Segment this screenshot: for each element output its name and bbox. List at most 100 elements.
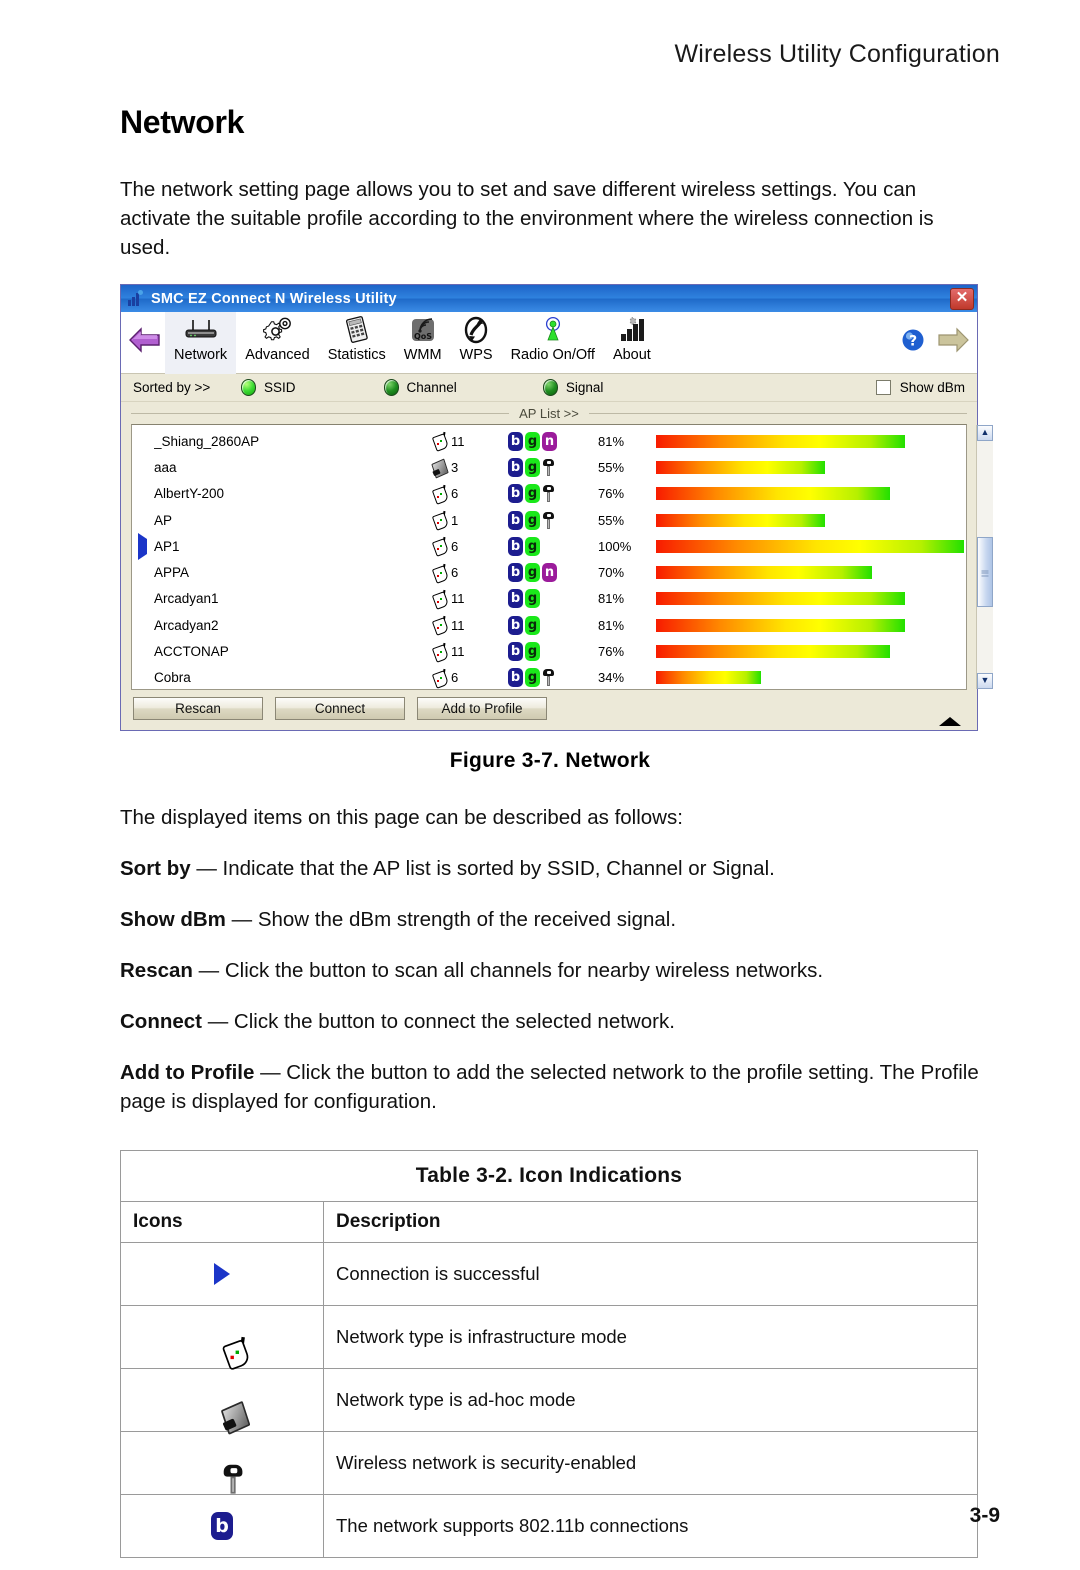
rescan-button[interactable]: Rescan <box>133 697 263 720</box>
key-icon <box>542 484 555 503</box>
intro-paragraph: The network setting page allows you to s… <box>120 178 934 259</box>
ap-list-row[interactable]: AP 1 b g 55% <box>132 507 976 533</box>
cap-g-icon: g <box>525 536 540 556</box>
tab-wps-label: WPS <box>459 346 493 363</box>
definition-connect: Connect — Click the button to connect th… <box>120 1007 980 1036</box>
key-icon <box>542 511 555 530</box>
tab-about-label: About <box>612 346 651 363</box>
ap-list-row[interactable]: _Shiang_2860AP 11 b g n 81% <box>132 428 976 454</box>
scrollbar-thumb[interactable] <box>977 537 993 607</box>
ap-row-signal-percent: 76% <box>598 644 625 660</box>
definition-show-dbm-text: Show the dBm strength of the received si… <box>257 908 677 931</box>
items-intro-paragraph: The displayed items on this page can be … <box>120 806 683 829</box>
infrastructure-icon <box>431 616 450 636</box>
sort-option-ssid-label: SSID <box>264 380 296 395</box>
ap-row-capabilities: bg <box>508 484 598 504</box>
ap-row-channel: 6 <box>431 484 508 505</box>
ap-row-channel: 11 <box>431 589 508 610</box>
tab-network[interactable]: Network <box>165 311 237 374</box>
ap-row-signal-percent: 34% <box>598 670 625 686</box>
cap-b-icon: b <box>508 431 523 451</box>
sort-option-ssid[interactable]: SSID <box>241 379 296 396</box>
collapse-triangle-icon[interactable] <box>939 717 961 726</box>
radio-led-channel-icon <box>383 379 399 396</box>
ap-list-row[interactable]: aaa 3 b g 55% <box>132 454 976 480</box>
right-arrow-icon[interactable] <box>933 327 973 358</box>
ap-row-ssid: Arcadyan1 <box>154 591 219 607</box>
ap-row-signal-bar <box>656 460 825 474</box>
table-row: Network type is ad-hoc mode <box>120 1368 978 1435</box>
description-cell: Network type is ad-hoc mode <box>323 1368 978 1432</box>
svg-text:QoS: QoS <box>414 332 432 341</box>
qos-icon: QoS <box>408 314 438 344</box>
ap-row-signal-percent: 55% <box>598 512 625 528</box>
close-icon[interactable]: ✕ <box>950 287 974 310</box>
ap-row-signal-bar-cell <box>656 460 976 474</box>
ap-row-signal-bar <box>656 434 905 448</box>
ap-row-channel: 6 <box>431 537 508 558</box>
scroll-down-icon[interactable]: ▼ <box>977 673 993 689</box>
checkbox-icon <box>875 380 891 395</box>
ap-row-signal-bar-cell <box>656 671 976 685</box>
definition-rescan-text: Click the button to scan all channels fo… <box>224 959 824 982</box>
table-title: Table 3-2. Icon Indications <box>120 1150 978 1202</box>
key-icon <box>542 458 555 477</box>
ap-row-signal-bar-cell <box>656 434 976 448</box>
adhoc-icon <box>431 458 449 479</box>
add-to-profile-button[interactable]: Add to Profile <box>417 697 547 720</box>
cap-g-icon: g <box>525 484 540 504</box>
ap-row-signal-percent: 81% <box>598 591 625 607</box>
tab-wps[interactable]: WPS <box>451 312 502 374</box>
ap-row-capabilities: bg <box>508 642 598 662</box>
sort-option-channel[interactable]: Channel <box>383 379 457 396</box>
scrollbar-track[interactable] <box>977 441 993 673</box>
cap-n-icon: n <box>542 431 557 451</box>
cap-b-icon: b <box>508 668 523 688</box>
ap-row-capabilities: bgn <box>508 431 598 451</box>
ap-row-channel: 11 <box>431 432 508 452</box>
icon-indications-table: Table 3-2. Icon Indications Icons Descri… <box>120 1150 978 1558</box>
ap-list-scrollbar[interactable]: ▲ ▼ <box>976 425 993 689</box>
ap-list-box: _Shiang_2860AP 11 b g n 81% aaa 3 b g 55% AlbertY-2… <box>131 424 993 690</box>
ap-row-signal-percent: 55% <box>598 459 625 475</box>
ap-row-capabilities: bg <box>508 510 598 530</box>
ap-list-row[interactable]: APPA 6 b g n 70% <box>132 559 976 585</box>
sort-option-signal[interactable]: Signal <box>542 379 603 396</box>
page-header: Wireless Utility Configuration <box>674 40 1000 68</box>
ap-list-row[interactable]: ACCTONAP 11 b g 76% <box>132 638 976 664</box>
ap-list-row[interactable]: AlbertY-200 6 b g 76% <box>132 481 976 507</box>
ap-list-rows: _Shiang_2860AP 11 b g n 81% aaa 3 b g 55% AlbertY-2… <box>132 425 976 689</box>
sort-option-channel-label: Channel <box>406 380 457 395</box>
ap-list-row[interactable]: Cobra 6 b g 34% <box>132 665 976 691</box>
left-arrow-icon[interactable] <box>125 327 165 358</box>
ap-list-row[interactable]: Arcadyan2 11 b g 81% <box>132 612 976 638</box>
connect-button[interactable]: Connect <box>275 697 405 720</box>
tab-about[interactable]: About <box>604 312 660 374</box>
definition-show-dbm-term: Show dBm <box>120 908 226 931</box>
column-header-icons: Icons <box>120 1201 324 1243</box>
definition-connect-dash: — <box>202 1010 234 1033</box>
tab-advanced-label: Advanced <box>245 346 310 363</box>
infrastructure-icon <box>431 484 450 505</box>
ap-row-channel-number: 11 <box>451 591 465 607</box>
cap-b-icon: b <box>508 642 523 662</box>
scroll-up-icon[interactable]: ▲ <box>977 425 993 441</box>
cap-g-icon: g <box>525 563 540 583</box>
tab-statistics[interactable]: Statistics <box>319 312 395 374</box>
ap-row-ssid: ACCTONAP <box>154 644 229 660</box>
ap-list-row[interactable]: Arcadyan1 11 b g 81% <box>132 586 976 612</box>
tab-radio-on-off[interactable]: Radio On/Off <box>502 312 604 374</box>
tab-wmm[interactable]: QoS WMM <box>395 312 451 374</box>
ap-list-rule-right <box>588 413 967 414</box>
antenna-icon <box>540 314 566 344</box>
ap-row-channel: 11 <box>431 616 508 636</box>
ap-row-channel: 3 <box>431 458 508 479</box>
ap-list-row[interactable]: AP1 6 b g 100% <box>132 532 976 560</box>
description-cell: Wireless network is security-enabled <box>323 1431 978 1495</box>
help-icon[interactable]: ? <box>893 326 933 359</box>
show-dbm-checkbox[interactable]: Show dBm <box>875 380 965 395</box>
tab-advanced[interactable]: Advanced <box>236 312 319 374</box>
ap-row-signal-bar-cell <box>656 618 976 632</box>
icon-cell <box>120 1368 324 1435</box>
ap-row-signal-percent: 100% <box>598 538 632 554</box>
